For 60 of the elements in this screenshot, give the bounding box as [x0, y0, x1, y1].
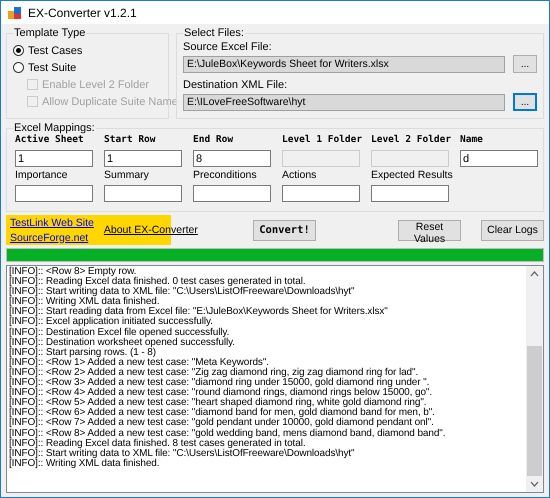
- app-icon: [8, 6, 22, 20]
- field-label: Preconditions: [193, 169, 258, 183]
- radio-button[interactable]: [13, 62, 24, 73]
- log-line: [INFO]:: Destination worksheet opened successfully.: [9, 338, 236, 348]
- radio-label[interactable]: Test Cases: [28, 44, 82, 56]
- mapping-field[interactable]: [193, 185, 271, 202]
- log-line: [INFO]:: Reading Excel data finished. 8 test cases generated in total.: [9, 438, 306, 449]
- group-label: Template Type: [13, 27, 86, 39]
- field-label: Active Sheet: [15, 134, 85, 147]
- radio-button[interactable]: [13, 45, 24, 56]
- field-label: Destination XML File:: [183, 79, 288, 91]
- log-line: [INFO]:: <Row 2> Added a new test case: "Zig zag diamond ring, zig zag diamond ring for lad".: [9, 368, 418, 378]
- log-line: [INFO]:: <Row 8> Added a new test case: "gold wedding band, mens diamond band, diamond band".: [9, 428, 446, 438]
- log-line: [INFO]:: Start parsing rows. (1 - 8): [9, 348, 156, 358]
- mapping-field[interactable]: [104, 185, 182, 202]
- log-line: [INFO]:: Start writing data to XML file: "C:\Users\ListOfFreeware\Downloads\hyt": [9, 287, 356, 298]
- mapping-field[interactable]: d: [460, 150, 538, 167]
- field-label: Source Excel File:: [183, 41, 273, 53]
- log-line: [INFO]:: <Row 4> Added a new test case: "round diamond rings, diamond rings below 15000, go".: [9, 388, 434, 398]
- field-label: Actions: [282, 169, 318, 183]
- field-label: Level 1 Folder: [282, 134, 360, 147]
- window-title: EX-Converter v1.2.1: [28, 6, 137, 20]
- mapping-field[interactable]: 8: [193, 150, 271, 167]
- scrollbar[interactable]: [526, 266, 543, 492]
- log-line: [INFO]:: Reading Excel data finished. 0 test cases generated in total.: [9, 277, 306, 288]
- browse-button[interactable]: ...: [513, 93, 537, 111]
- path-field[interactable]: E:\JuleBox\Keywords Sheet for Writers.xlsx: [183, 56, 505, 72]
- field-label: End Row: [193, 134, 234, 147]
- log-line: [INFO]:: Start writing data to XML file: "C:\Users\ListOfFreeware\Downloads\hyt": [9, 448, 356, 459]
- browse-button[interactable]: ...: [513, 55, 537, 73]
- group-label: Select Files:: [183, 27, 245, 39]
- field-label: Name: [460, 134, 484, 147]
- log-line: [INFO]:: <Row 1> Added a new test case: "Meta Keywords".: [9, 358, 270, 368]
- mapping-field[interactable]: [282, 185, 360, 202]
- action-button[interactable]: Reset Values: [398, 220, 461, 240]
- mapping-field[interactable]: 1: [104, 150, 182, 167]
- action-button[interactable]: Clear Logs: [481, 220, 544, 240]
- field-label: Importance: [15, 169, 69, 183]
- mapping-field[interactable]: [371, 185, 449, 202]
- log-line: [INFO]:: Writing XML data finished.: [9, 458, 160, 469]
- log-line: [INFO]:: <Row 5> Added a new test case: "heart shaped diamond ring, white gold diamond ring".: [9, 398, 426, 408]
- mapping-field[interactable]: [15, 185, 93, 202]
- log-line: [INFO]:: <Row 6> Added a new test case: "diamond band for men, gold diamond band for men, b".: [9, 408, 436, 418]
- log-line: [INFO]:: Destination Excel file opened successfully.: [9, 328, 230, 338]
- convert-button[interactable]: Convert!: [253, 220, 316, 240]
- log-line: [INFO]:: <Row 7> Added a new test case: "gold pendant under 10000, gold diamond pendant onl".: [9, 418, 435, 428]
- group-label: Excel Mappings:: [13, 122, 96, 134]
- log-line: [INFO]:: <Row 3> Added a new test case: "diamond ring under 15000, gold diamond ring under ".: [9, 378, 430, 388]
- field-label: Summary: [104, 169, 150, 183]
- log-line: [INFO]:: Start reading data from Excel file: "E:\JuleBox\Keywords Sheet for Writers.xlsx": [9, 307, 389, 318]
- link[interactable]: SourceForge.net: [10, 232, 94, 244]
- radio-label[interactable]: Test Suite: [28, 62, 76, 74]
- path-field[interactable]: E:\ILoveFreeSoftware\hyt: [183, 94, 505, 110]
- log-line: [INFO]:: <Row 8> Empty row.: [9, 267, 136, 277]
- log-line: [INFO]:: Excel application initiated successfully.: [9, 317, 213, 328]
- log-line: [INFO]:: Writing XML data finished.: [9, 297, 160, 308]
- field-label: Level 2 Folder: [371, 134, 449, 147]
- field-label: Start Row: [104, 134, 156, 147]
- mapping-field[interactable]: 1: [15, 150, 93, 167]
- link[interactable]: TestLink Web Site: [10, 216, 94, 228]
